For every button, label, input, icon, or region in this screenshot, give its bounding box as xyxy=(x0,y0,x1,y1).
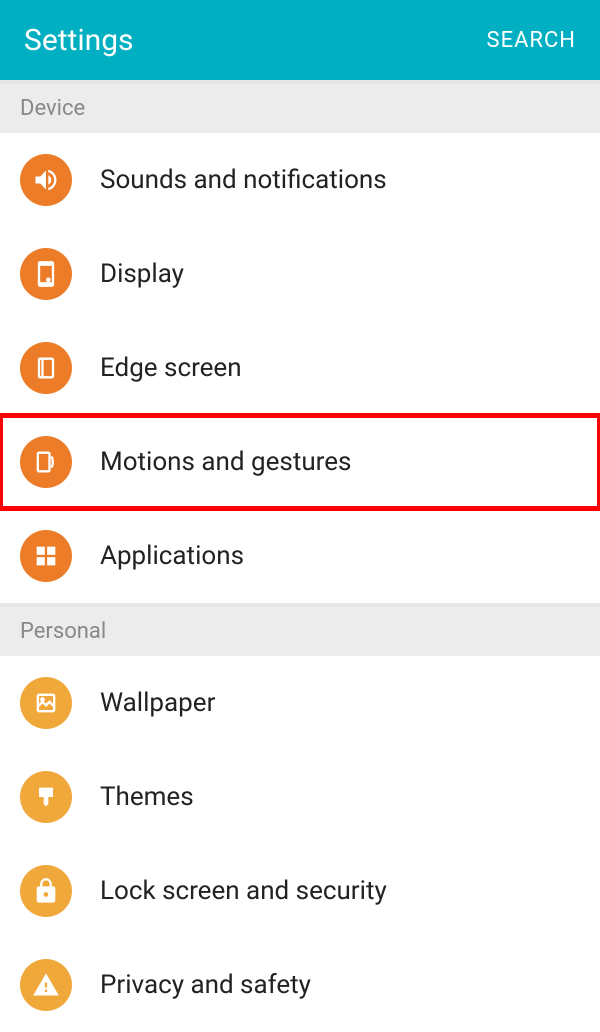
personal-list: Wallpaper Themes Lock screen and securit… xyxy=(0,656,600,1032)
item-label: Privacy and safety xyxy=(100,970,311,1000)
search-button[interactable]: SEARCH xyxy=(487,28,577,53)
privacy-icon xyxy=(20,959,72,1011)
themes-icon xyxy=(20,771,72,823)
settings-item-wallpaper[interactable]: Wallpaper xyxy=(0,656,600,750)
settings-item-privacy[interactable]: Privacy and safety xyxy=(0,938,600,1032)
settings-item-applications[interactable]: Applications xyxy=(0,509,600,603)
settings-item-lock[interactable]: Lock screen and security xyxy=(0,844,600,938)
item-label: Edge screen xyxy=(100,353,242,383)
lock-icon xyxy=(20,865,72,917)
settings-item-themes[interactable]: Themes xyxy=(0,750,600,844)
section-header-device: Device xyxy=(0,80,600,133)
edge-icon xyxy=(20,342,72,394)
settings-item-motions[interactable]: Motions and gestures xyxy=(0,415,600,509)
item-label: Lock screen and security xyxy=(100,876,387,906)
page-title: Settings xyxy=(24,23,134,58)
item-label: Motions and gestures xyxy=(100,447,351,477)
item-label: Sounds and notifications xyxy=(100,165,387,195)
volume-icon xyxy=(20,154,72,206)
item-label: Themes xyxy=(100,782,194,812)
item-label: Applications xyxy=(100,541,244,571)
motion-icon xyxy=(20,436,72,488)
item-label: Display xyxy=(100,259,184,289)
wallpaper-icon xyxy=(20,677,72,729)
section-header-personal: Personal xyxy=(0,603,600,656)
settings-item-sounds[interactable]: Sounds and notifications xyxy=(0,133,600,227)
app-header: Settings SEARCH xyxy=(0,0,600,80)
item-label: Wallpaper xyxy=(100,688,215,718)
display-icon xyxy=(20,248,72,300)
apps-icon xyxy=(20,530,72,582)
settings-item-edge[interactable]: Edge screen xyxy=(0,321,600,415)
settings-item-display[interactable]: Display xyxy=(0,227,600,321)
device-list: Sounds and notifications Display Edge sc… xyxy=(0,133,600,603)
